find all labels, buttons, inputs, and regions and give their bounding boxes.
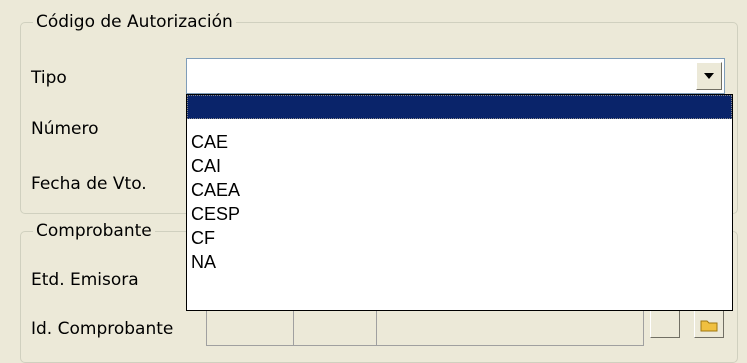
comprobante-group-title: Comprobante — [33, 221, 155, 241]
dropdown-option[interactable]: CAE — [187, 130, 732, 154]
chevron-down-icon — [703, 72, 715, 80]
tipo-label: Tipo — [31, 68, 67, 88]
dropdown-option[interactable]: CESP — [187, 202, 732, 226]
autorizacion-group-title: Código de Autorización — [33, 12, 236, 32]
dropdown-option[interactable]: CAI — [187, 154, 732, 178]
dropdown-option[interactable]: CAEA — [187, 178, 732, 202]
dropdown-option[interactable]: CF — [187, 226, 732, 250]
tipo-dropdown-list[interactable]: CAE CAI CAEA CESP CF NA — [186, 94, 733, 311]
id-comprobante-field-1[interactable] — [206, 310, 294, 346]
id-comprobante-field-3[interactable] — [376, 310, 644, 346]
id-comprobante-label: Id. Comprobante — [31, 319, 174, 339]
fecha-vto-label: Fecha de Vto. — [31, 174, 147, 194]
id-comprobante-field-2[interactable] — [293, 310, 377, 346]
search-button[interactable] — [650, 310, 680, 338]
tipo-dropdown-button[interactable] — [696, 62, 722, 90]
folder-icon — [700, 317, 718, 337]
open-folder-button[interactable] — [694, 310, 724, 338]
tipo-combobox[interactable] — [186, 58, 725, 94]
numero-label: Número — [31, 119, 99, 139]
etd-emisora-label: Etd. Emisora — [31, 270, 139, 290]
dropdown-option[interactable]: NA — [187, 250, 732, 274]
dropdown-option[interactable] — [187, 95, 732, 119]
